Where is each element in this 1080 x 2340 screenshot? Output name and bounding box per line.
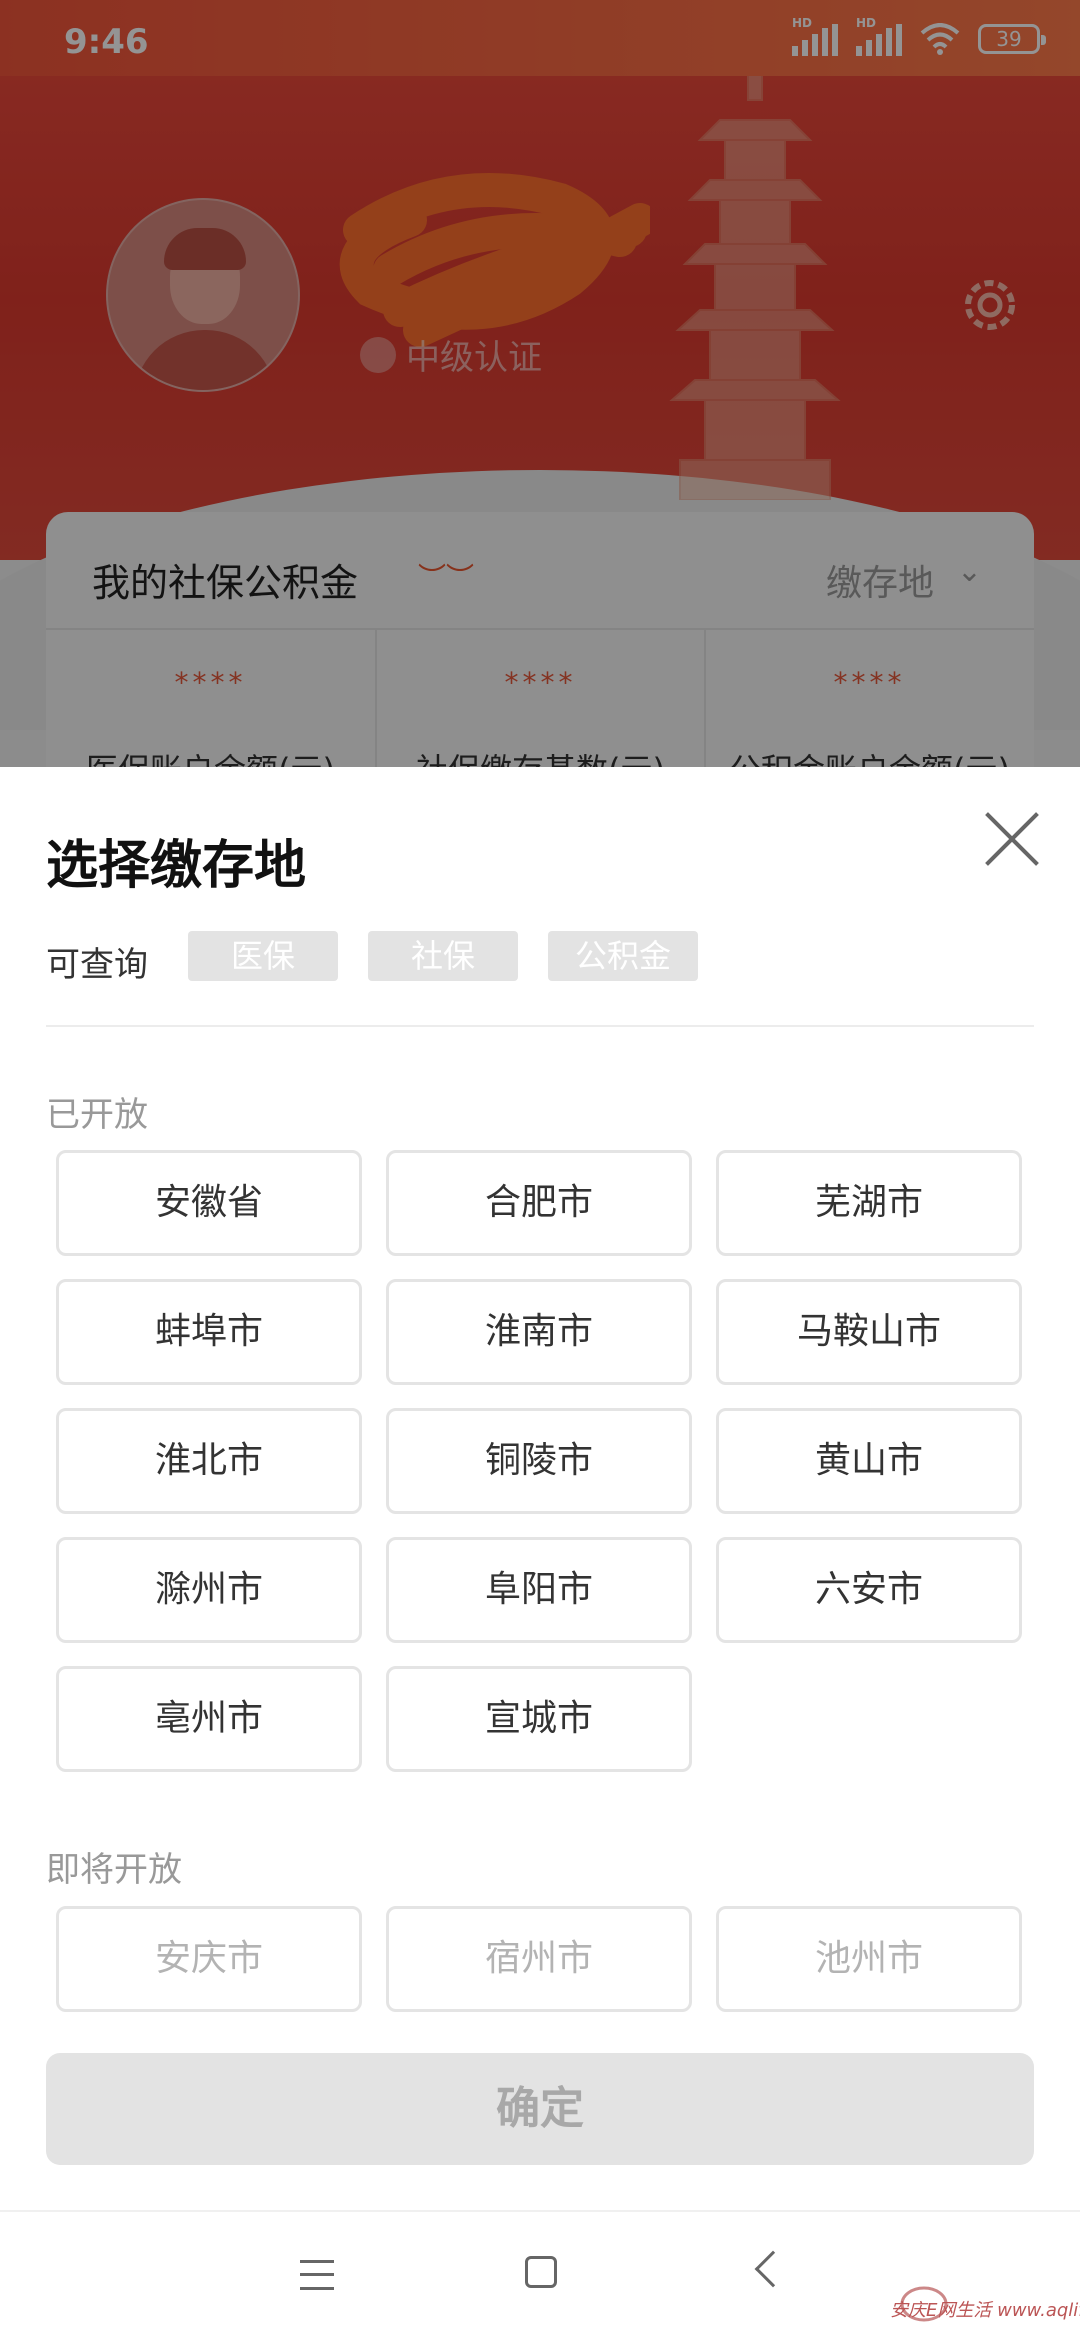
sheet-title: 选择缴存地 — [46, 836, 307, 896]
city-option-open-1[interactable]: 合肥市 — [386, 1150, 692, 1256]
watermark-text: 安庆E网生活 www.aqlife.com — [890, 2300, 1080, 2321]
city-option-open-10[interactable]: 阜阳市 — [386, 1537, 692, 1643]
city-option-open-2[interactable]: 芜湖市 — [716, 1150, 1022, 1256]
tag-fund: 公积金 — [548, 931, 698, 981]
close-icon[interactable] — [982, 809, 1042, 869]
city-option-soon-2: 池州市 — [716, 1906, 1022, 2012]
city-option-soon-1: 宿州市 — [386, 1906, 692, 2012]
back-icon[interactable] — [754, 2250, 792, 2288]
city-option-open-12[interactable]: 亳州市 — [56, 1666, 362, 1772]
city-option-open-13[interactable]: 宣城市 — [386, 1666, 692, 1772]
query-tags: 医保 社保 公积金 — [188, 931, 698, 981]
query-label: 可查询 — [46, 945, 148, 985]
city-option-open-0[interactable]: 安徽省 — [56, 1150, 362, 1256]
app-screen: 9:46 HD HD 39 中级认证 我的社保公积金 ︶︶ 缴存地 ⌄ ****… — [0, 0, 1080, 2340]
menu-icon[interactable] — [300, 2260, 334, 2290]
city-option-open-4[interactable]: 淮南市 — [386, 1279, 692, 1385]
location-picker-sheet: 选择缴存地 可查询 医保 社保 公积金 已开放 安徽省 合肥市 芜湖市蚌埠市 淮南市马… — [0, 767, 1080, 2210]
tag-medical: 医保 — [188, 931, 338, 981]
city-option-open-5[interactable]: 马鞍山市 — [716, 1279, 1022, 1385]
open-cities-grid: 安徽省 合肥市 芜湖市蚌埠市 淮南市 马鞍山市淮北市 铜陵市 黄山市滁州市 阜阳市 六安市亳州市… — [56, 1150, 1024, 1772]
city-option-open-8[interactable]: 黄山市 — [716, 1408, 1022, 1514]
city-option-open-11[interactable]: 六安市 — [716, 1537, 1022, 1643]
confirm-button[interactable]: 确定 — [46, 2053, 1034, 2165]
city-option-open-6[interactable]: 淮北市 — [56, 1408, 362, 1514]
home-icon[interactable] — [525, 2256, 557, 2288]
divider — [46, 1025, 1034, 1027]
city-option-open-3[interactable]: 蚌埠市 — [56, 1279, 362, 1385]
modal-overlay[interactable] — [0, 0, 1080, 768]
city-option-soon-0: 安庆市 — [56, 1906, 362, 2012]
city-option-open-7[interactable]: 铜陵市 — [386, 1408, 692, 1514]
city-option-open-9[interactable]: 滁州市 — [56, 1537, 362, 1643]
tag-social: 社保 — [368, 931, 518, 981]
open-section-title: 已开放 — [46, 1095, 148, 1135]
soon-cities-grid: 安庆市 宿州市 池州市 — [56, 1906, 1024, 2012]
soon-section-title: 即将开放 — [46, 1850, 182, 1890]
